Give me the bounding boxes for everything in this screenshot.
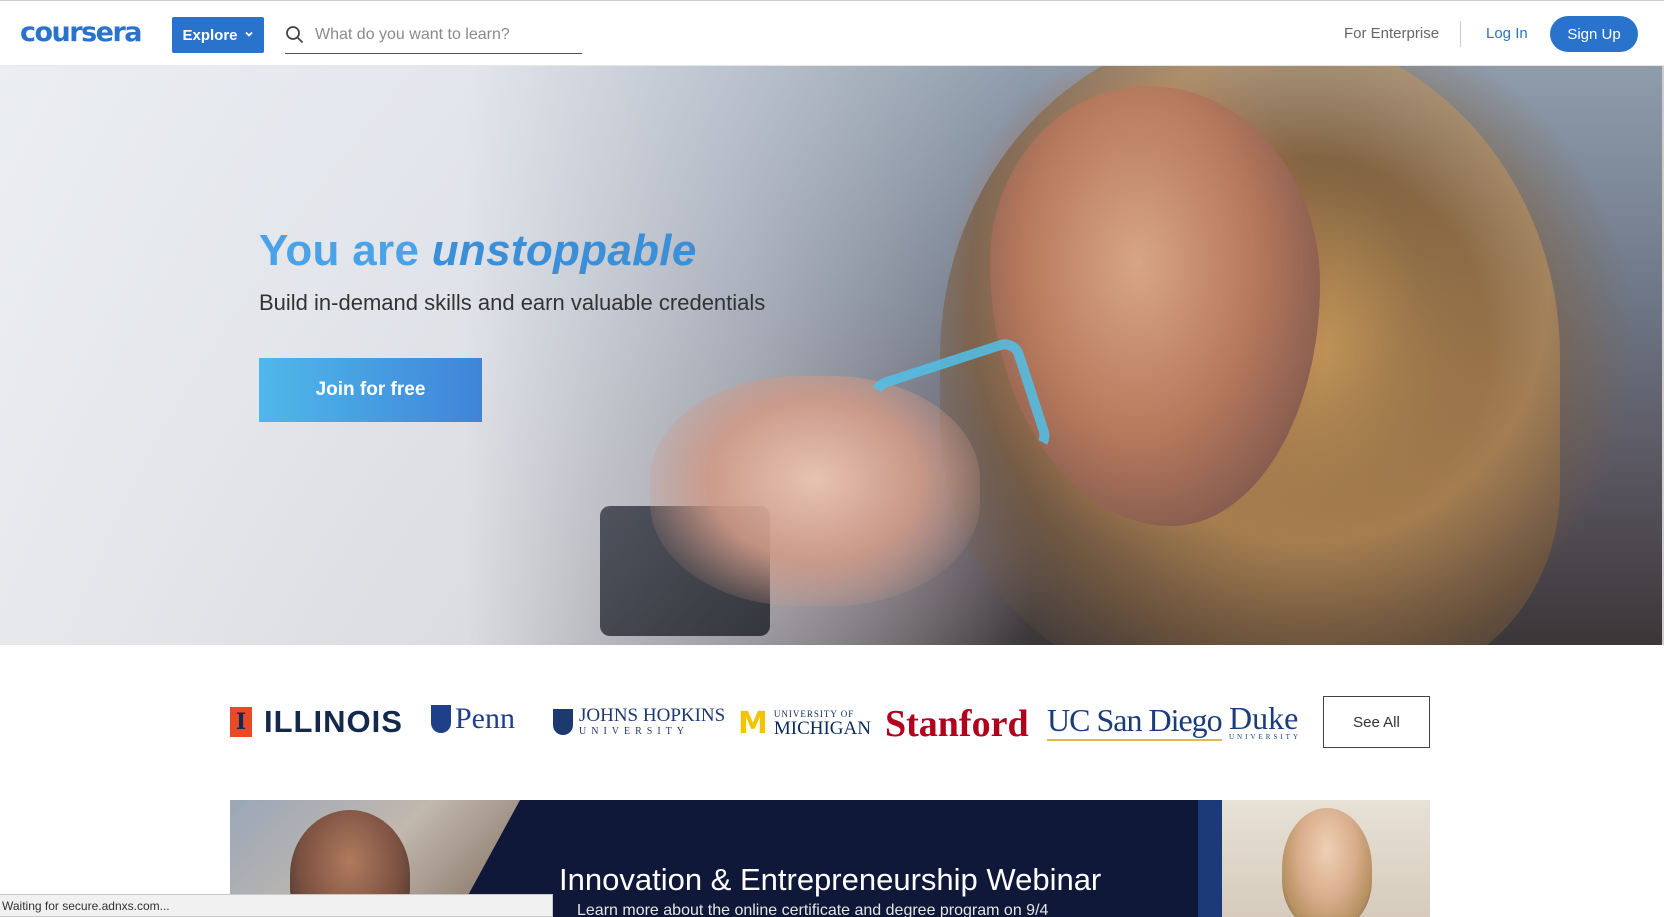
join-for-free-button[interactable]: Join for free [259,358,482,422]
search-input[interactable] [315,25,575,44]
top-nav: coursera Explore For Enterprise Log In S… [0,0,1664,66]
jhu-shield-icon [553,708,573,735]
hero-title-emphasis: unstoppable [431,226,697,275]
michigan-block-m-icon: M [738,706,768,741]
hero-title: You are unstoppable [259,226,697,276]
jhu-sub: UNIVERSITY [579,726,689,737]
search-bar [285,16,582,54]
coursera-logo[interactable]: coursera [20,17,143,48]
johns-hopkins-logo[interactable]: JOHNS HOPKINS UNIVERSITY [553,706,725,737]
duke-logo[interactable]: Duke UNIVERSITY [1229,702,1301,741]
explore-button[interactable]: Explore [172,17,264,53]
ucsd-logo[interactable]: UC San Diego [1047,702,1223,741]
see-all-button[interactable]: See All [1323,696,1430,748]
partner-logos: I ILLINOIS Penn JOHNS HOPKINS UNIVERSITY… [230,694,1430,748]
penn-logo[interactable]: Penn [431,702,515,736]
illinois-name: ILLINOIS [264,704,403,739]
michigan-name: MICHIGAN [773,717,871,739]
webinar-title: Innovation & Entrepreneurship Webinar [559,862,1102,897]
penn-shield-icon [431,705,451,733]
login-link[interactable]: Log In [1486,25,1528,42]
browser-status-bar: Waiting for secure.adnxs.com... [0,894,553,917]
jhu-name: JOHNS HOPKINS [579,705,726,726]
for-enterprise-link[interactable]: For Enterprise [1344,25,1439,42]
duke-sub: UNIVERSITY [1229,733,1301,741]
illinois-i-mark-icon: I [230,707,252,737]
search-icon[interactable] [285,25,307,45]
michigan-logo[interactable]: M UNIVERSITY OF MICHIGAN [738,706,871,741]
hero-title-prefix: You are [259,226,432,275]
explore-label: Explore [182,26,238,44]
hero-subtitle: Build in-demand skills and earn valuable… [259,290,766,315]
penn-name: Penn [455,702,515,735]
webinar-image-right [1222,800,1430,917]
webinar-subtitle: Learn more about the online certificate … [577,902,1049,917]
signup-button[interactable]: Sign Up [1550,16,1638,52]
duke-name: Duke [1229,700,1299,736]
hero-banner: You are unstoppable Build in-demand skil… [0,66,1662,645]
nav-divider [1460,21,1461,47]
illinois-logo[interactable]: I ILLINOIS [230,704,403,740]
chevron-down-icon [244,29,254,42]
webinar-speaker-photo [1282,808,1372,917]
webinar-accent-stripe [1198,800,1222,917]
stanford-logo[interactable]: Stanford [885,702,1029,746]
